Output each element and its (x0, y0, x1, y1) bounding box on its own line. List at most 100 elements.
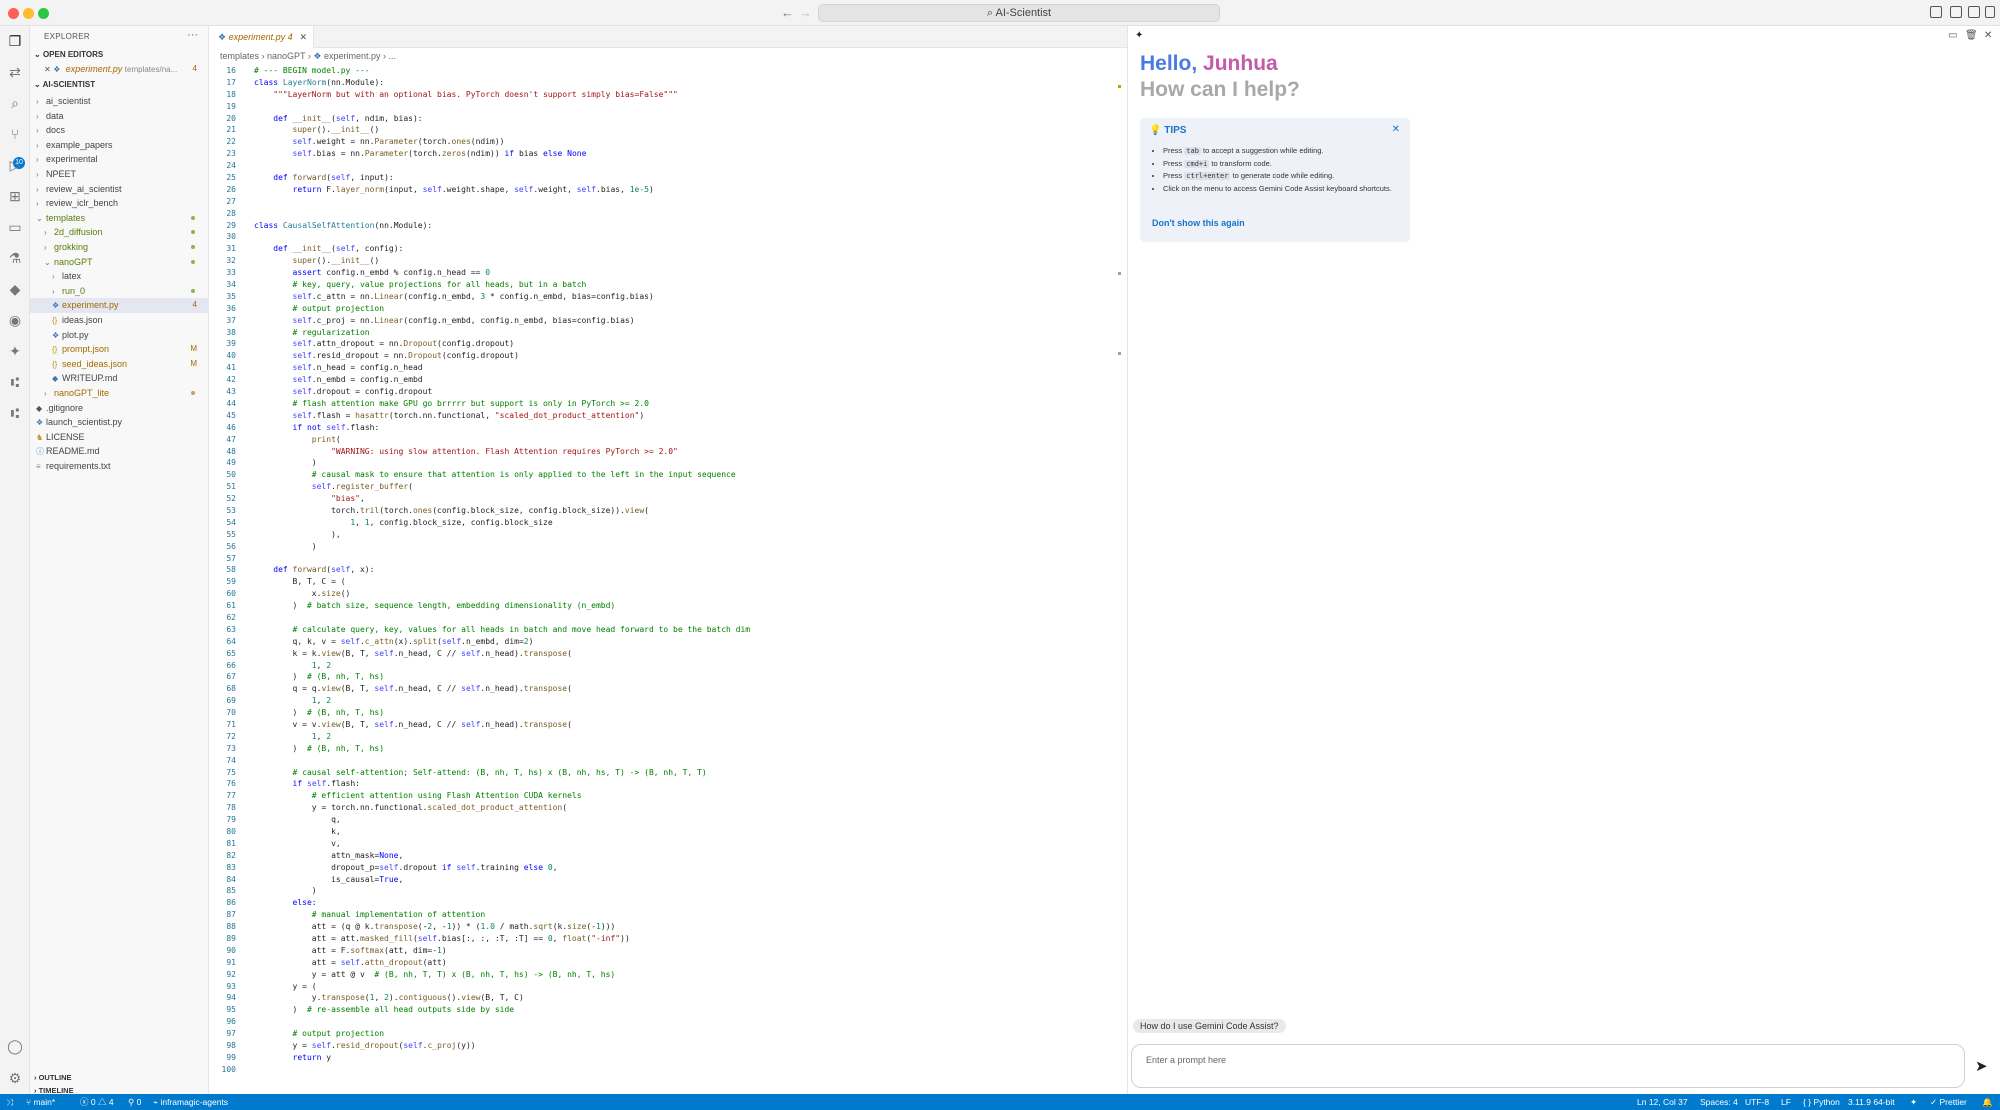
code-line[interactable]: 31 def __init__(self, config): (210, 243, 1127, 255)
code-line[interactable]: 42 self.n_embd = config.n_embd (210, 374, 1127, 386)
code-line[interactable]: 66 1, 2 (210, 660, 1127, 672)
settings-gear-icon[interactable]: ⚙ (7, 1070, 23, 1086)
code-line[interactable]: 86 else: (210, 897, 1127, 909)
code-line[interactable]: 98 y = self.resid_dropout(self.c_proj(y)… (210, 1040, 1127, 1052)
code-line[interactable]: 27 (210, 196, 1127, 208)
suggestion-chip[interactable]: How do I use Gemini Code Assist? (1133, 1019, 1286, 1033)
file-item[interactable]: ⓘ README.md (30, 444, 209, 459)
code-line[interactable]: 82 attn_mask=None, (210, 850, 1127, 862)
code-line[interactable]: 22 self.weight = nn.Parameter(torch.ones… (210, 136, 1127, 148)
code-line[interactable]: 70 ) # (B, nh, T, hs) (210, 707, 1127, 719)
close-window-button[interactable] (8, 8, 19, 19)
code-line[interactable]: 55 ), (210, 529, 1127, 541)
folder-item[interactable]: ⌄ templates (30, 211, 209, 226)
gemini-status-icon[interactable]: ✦ (1910, 1094, 1917, 1110)
formatter-status[interactable]: ✓ Prettier (1930, 1094, 1967, 1110)
send-icon[interactable]: ➤ (1975, 1057, 1988, 1075)
file-item[interactable]: ❖ plot.py (30, 328, 209, 343)
interpreter-status[interactable]: 3.11.9 64-bit (1848, 1094, 1895, 1110)
code-line[interactable]: 91 att = self.attn_dropout(att) (210, 957, 1127, 969)
source-control-icon[interactable]: ⑂ (7, 126, 23, 142)
code-line[interactable]: 54 1, 1, config.block_size, config.block… (210, 517, 1127, 529)
code-line[interactable]: 21 super().__init__() (210, 124, 1127, 136)
folder-item[interactable]: › latex (30, 269, 209, 284)
code-line[interactable]: 52 "bias", (210, 493, 1127, 505)
code-line[interactable]: 25 def forward(self, input): (210, 172, 1127, 184)
code-line[interactable]: 79 q, (210, 814, 1127, 826)
code-line[interactable]: 45 self.flash = hasattr(torch.nn.functio… (210, 410, 1127, 422)
code-line[interactable]: 74 (210, 755, 1127, 767)
problems-status[interactable]: ⓧ 0 △ 4 (80, 1094, 114, 1110)
git-graph-icon[interactable]: ⑆ (7, 374, 23, 390)
code-line[interactable]: 75 # causal self-attention; Self-attend:… (210, 767, 1127, 779)
code-line[interactable]: 17 class LayerNorm(nn.Module): (210, 77, 1127, 89)
code-line[interactable]: 99 return y (210, 1052, 1127, 1064)
code-line[interactable]: 24 (210, 160, 1127, 172)
code-line[interactable]: 72 1, 2 (210, 731, 1127, 743)
code-line[interactable]: 81 v, (210, 838, 1127, 850)
code-line[interactable]: 49 ) (210, 457, 1127, 469)
account-icon[interactable]: ◯ (7, 1038, 23, 1054)
file-item[interactable]: ◆ WRITEUP.md (30, 371, 209, 386)
file-item[interactable]: {} seed_ideas.json M (30, 357, 209, 372)
file-item[interactable]: ❖ launch_scientist.py (30, 415, 209, 430)
prompt-input[interactable]: Enter a prompt here (1131, 1044, 1965, 1088)
code-line[interactable]: 90 att = F.softmax(att, dim=-1) (210, 945, 1127, 957)
folder-item[interactable]: › example_papers (30, 138, 209, 153)
code-line[interactable]: 19 (210, 101, 1127, 113)
file-item[interactable]: {} ideas.json (30, 313, 209, 328)
cursor-position[interactable]: Ln 12, Col 37 (1637, 1094, 1688, 1110)
eol-status[interactable]: LF (1781, 1094, 1791, 1110)
code-line[interactable]: 61 ) # batch size, sequence length, embe… (210, 600, 1127, 612)
minimize-window-button[interactable] (23, 8, 34, 19)
code-line[interactable]: 95 ) # re-assemble all head outputs side… (210, 1004, 1127, 1016)
close-icon[interactable]: ✕ (44, 65, 51, 74)
remote-indicator-icon[interactable]: ⤨ (6, 1094, 13, 1110)
folder-item[interactable]: › run_0 (30, 284, 209, 299)
indentation-status[interactable]: Spaces: 4 (1700, 1094, 1738, 1110)
folder-item[interactable]: › review_iclr_bench (30, 196, 209, 211)
folder-item[interactable]: › grokking (30, 240, 209, 255)
code-line[interactable]: 62 (210, 612, 1127, 624)
code-line[interactable]: 28 (210, 208, 1127, 220)
code-line[interactable]: 46 if not self.flash: (210, 422, 1127, 434)
file-item[interactable]: ♞ LICENSE (30, 430, 209, 445)
code-line[interactable]: 73 ) # (B, nh, T, hs) (210, 743, 1127, 755)
explorer-icon[interactable]: ❐ (7, 33, 23, 49)
search-icon[interactable]: ⌕ (7, 95, 23, 111)
code-line[interactable]: 18 """LayerNorm but with an optional bia… (210, 89, 1127, 101)
code-line[interactable]: 33 assert config.n_embd % config.n_head … (210, 267, 1127, 279)
toggle-primary-sidebar-icon[interactable] (1930, 6, 1942, 18)
code-line[interactable]: 37 self.c_proj = nn.Linear(config.n_embd… (210, 315, 1127, 327)
tab-experiment-py[interactable]: ❖ experiment.py 4 ✕ (210, 26, 314, 48)
gitlens-icon[interactable]: ◉ (7, 312, 23, 328)
code-line[interactable]: 80 k, (210, 826, 1127, 838)
code-line[interactable]: 47 print( (210, 434, 1127, 446)
language-status[interactable]: { } Python (1803, 1094, 1840, 1110)
code-line[interactable]: 56 ) (210, 541, 1127, 553)
remote-explorer-icon[interactable]: ⇄ (7, 64, 23, 80)
python-icon[interactable]: ✦ (7, 343, 23, 359)
code-line[interactable]: 69 1, 2 (210, 695, 1127, 707)
code-line[interactable]: 16 # --- BEGIN model.py --- (210, 65, 1127, 77)
code-line[interactable]: 65 k = k.view(B, T, self.n_head, C // se… (210, 648, 1127, 660)
back-arrow-icon[interactable]: ← (781, 5, 794, 20)
code-line[interactable]: 58 def forward(self, x): (210, 564, 1127, 576)
code-line[interactable]: 78 y = torch.nn.functional.scaled_dot_pr… (210, 802, 1127, 814)
code-line[interactable]: 84 is_causal=True, (210, 874, 1127, 886)
code-line[interactable]: 94 y.transpose(1, 2).contiguous().view(B… (210, 992, 1127, 1004)
code-line[interactable]: 23 self.bias = nn.Parameter(torch.zeros(… (210, 148, 1127, 160)
code-line[interactable]: 59 B, T, C = ( (210, 576, 1127, 588)
code-line[interactable]: 60 x.size() (210, 588, 1127, 600)
folder-item[interactable]: › data (30, 109, 209, 124)
code-line[interactable]: 57 (210, 553, 1127, 565)
file-item[interactable]: ◆ .gitignore (30, 401, 209, 416)
history-icon[interactable]: ▭ (1948, 30, 1957, 41)
close-tab-icon[interactable]: ✕ (299, 26, 307, 48)
folder-item[interactable]: › nanoGPT_lite (30, 386, 209, 401)
folder-item[interactable]: › NPEET (30, 167, 209, 182)
folder-item[interactable]: › 2d_diffusion (30, 225, 209, 240)
workspace-section[interactable]: ⌄ AI-SCIENTIST (34, 80, 95, 89)
run-debug-icon[interactable]: ▷ (7, 157, 23, 173)
trash-icon[interactable]: 🗑 (1965, 30, 1978, 41)
